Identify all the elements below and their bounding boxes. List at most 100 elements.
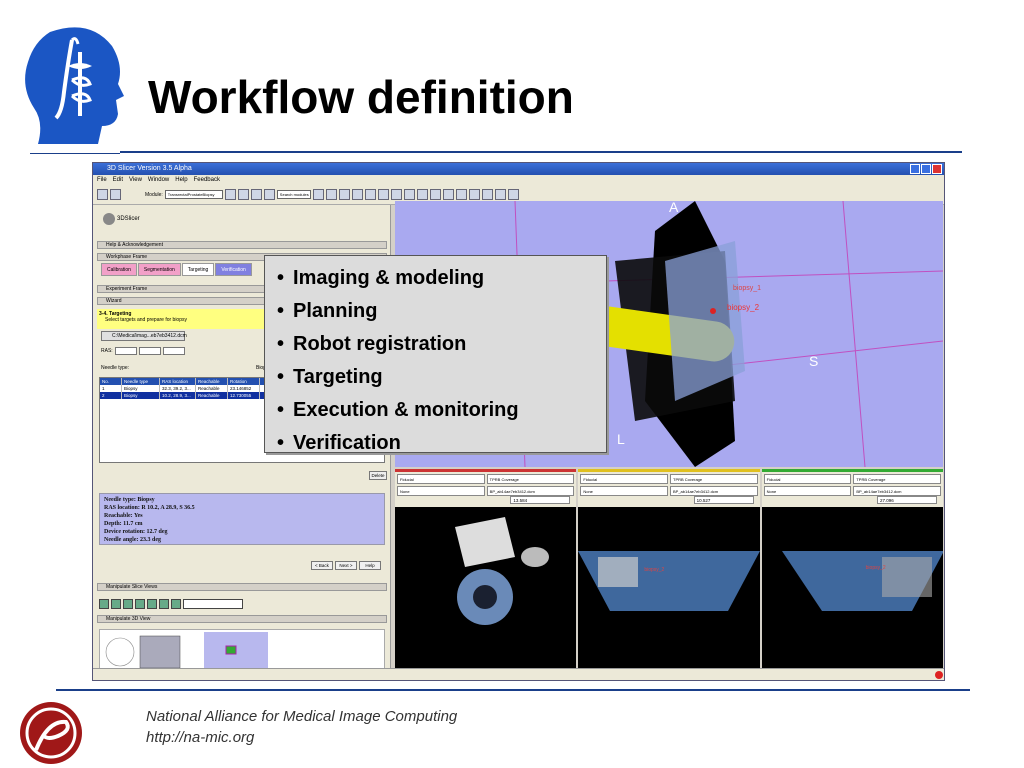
view-icon[interactable] <box>442 189 454 200</box>
footer-url[interactable]: http://na-mic.org <box>146 727 457 748</box>
cell: Biopsy <box>122 385 160 392</box>
menu-feedback[interactable]: Feedback <box>194 175 220 185</box>
bullet-item: Planning <box>277 295 606 328</box>
needle-type-label: Needle type: <box>101 365 130 371</box>
load-icon[interactable] <box>97 189 108 200</box>
help-button[interactable]: Help <box>359 561 381 570</box>
section-help[interactable]: Help & Acknowledgement <box>97 241 387 249</box>
back-icon[interactable] <box>224 189 236 200</box>
view-icon[interactable] <box>455 189 467 200</box>
label-select[interactable]: None <box>397 486 485 496</box>
fg-select[interactable]: Fiducial <box>580 474 668 484</box>
label-select[interactable]: None <box>580 486 668 496</box>
target-label: biopsy_2 <box>865 565 886 571</box>
layout-icon[interactable] <box>338 189 350 200</box>
slicer-logo: 3DSlicer <box>101 209 161 229</box>
info-line: Device rotation: 12.7 deg <box>104 529 168 535</box>
mouse-mode-icon[interactable] <box>507 189 519 200</box>
slice-offset-field[interactable]: 13.584 <box>510 496 571 504</box>
bg-select[interactable]: TPRB Coverage <box>670 474 758 484</box>
target-label: biopsy_2 <box>727 303 760 312</box>
layout-icon[interactable] <box>364 189 376 200</box>
slice-tool-icon[interactable] <box>111 599 121 609</box>
ras-a-field[interactable] <box>138 347 161 355</box>
slice-views: Fiducial TPRB Coverage None BP_ab14ae7eb34… <box>395 469 943 669</box>
target-label: biopsy_1 <box>733 285 762 292</box>
slice-tool-icon[interactable] <box>147 599 157 609</box>
slice-offset-field[interactable]: 27.096 <box>876 496 937 504</box>
slice-image <box>455 517 549 625</box>
cell: 23.146852 <box>228 385 260 392</box>
menu-view[interactable]: View <box>129 175 142 185</box>
layout-icon[interactable] <box>403 189 415 200</box>
section-3d-view[interactable]: Manipulate 3D View <box>97 615 387 623</box>
slice-tool-icon[interactable] <box>123 599 133 609</box>
info-line: Depth: 11.7 cm <box>104 521 143 527</box>
view-icon[interactable] <box>429 189 441 200</box>
back-button[interactable]: < Back <box>311 561 333 570</box>
col-ras[interactable]: RAS location <box>160 378 196 385</box>
menu-window[interactable]: Window <box>148 175 169 185</box>
col-rotation[interactable]: Rotation <box>228 378 260 385</box>
slice-tool-icon[interactable] <box>99 599 109 609</box>
mouse-mode-icon[interactable] <box>494 189 506 200</box>
slice-offset-field[interactable]: 10.527 <box>693 496 754 504</box>
ras-s-field[interactable] <box>162 347 185 355</box>
close-icon[interactable] <box>932 164 942 174</box>
mouse-mode-icon[interactable] <box>481 189 493 200</box>
menu-edit[interactable]: Edit <box>113 175 123 185</box>
maximize-icon[interactable] <box>921 164 931 174</box>
bg-select[interactable]: TPRB Coverage <box>486 474 575 484</box>
volume-file-button[interactable]: C:\Medical\mag...eb7eb3412.dcm <box>101 331 187 341</box>
slice-tool-icon[interactable] <box>135 599 145 609</box>
slice-tool-icon[interactable] <box>171 599 181 609</box>
volume-select[interactable]: BP_ab14ae7eb3412.dcm <box>670 486 758 496</box>
slice-tool-icon[interactable] <box>159 599 169 609</box>
slice-view-red[interactable]: Fiducial TPRB Coverage None BP_ab14ae7eb34… <box>395 469 577 669</box>
view-icon[interactable] <box>468 189 480 200</box>
tab-calibration[interactable]: Calibration <box>101 263 137 276</box>
col-no[interactable]: No. <box>100 378 122 385</box>
slice-image <box>781 551 943 611</box>
layout-icon[interactable] <box>390 189 402 200</box>
layout-icon[interactable] <box>351 189 363 200</box>
menubar: File Edit View Window Help Feedback <box>93 175 944 185</box>
label-select[interactable]: None <box>763 486 852 496</box>
forward-icon[interactable] <box>237 189 249 200</box>
ras-r-field[interactable] <box>114 347 137 355</box>
save-icon[interactable] <box>110 189 121 200</box>
workflow-bullets: Imaging & modeling Planning Robot regist… <box>264 255 607 454</box>
slice-fade-slider[interactable] <box>183 599 243 609</box>
volume-select[interactable]: BP_ab14ae7eb3412.dcm <box>486 486 575 496</box>
col-reachable[interactable]: Reachable <box>196 378 228 385</box>
slice-view-green[interactable]: Fiducial TPRB Coverage None BP_ab14ae7eb34… <box>761 469 943 669</box>
view-icon[interactable] <box>416 189 428 200</box>
slice-view-yellow[interactable]: Fiducial TPRB Coverage None BP_ab14ae7eb34… <box>578 469 760 669</box>
layout-icon[interactable] <box>377 189 389 200</box>
error-log-icon[interactable] <box>935 671 943 679</box>
fg-select[interactable]: Fiducial <box>397 474 485 484</box>
slide: Workflow definition 3D Slicer Version 3.… <box>0 0 1024 768</box>
cell: 1 <box>100 385 122 392</box>
menu-file[interactable]: File <box>97 175 107 185</box>
col-needle-type[interactable]: Needle type <box>122 378 160 385</box>
module-select[interactable]: TransrectalProstateBiopsy <box>164 190 223 199</box>
fg-select[interactable]: Fiducial <box>763 474 852 484</box>
home-icon[interactable] <box>263 189 275 200</box>
tab-verification[interactable]: Verification <box>215 263 252 276</box>
tab-segmentation[interactable]: Segmentation <box>137 263 181 276</box>
delete-button[interactable]: Delete <box>369 471 387 480</box>
tab-targeting[interactable]: Targeting <box>181 263 215 276</box>
layout-icon[interactable] <box>312 189 324 200</box>
next-button[interactable]: Next > <box>335 561 357 570</box>
volume-select[interactable]: BP_ab14ae7eb3412.dcm <box>853 486 941 496</box>
menu-help[interactable]: Help <box>175 175 187 185</box>
module-list-icon[interactable] <box>250 189 262 200</box>
minimize-icon[interactable] <box>910 164 920 174</box>
search-modules-input[interactable]: Search modules <box>276 190 311 199</box>
layout-icon[interactable] <box>325 189 337 200</box>
bg-select[interactable]: TPRB Coverage <box>853 474 941 484</box>
section-slice-views[interactable]: Manipulate Slice Views <box>97 583 387 591</box>
info-line: Needle angle: 23.3 deg <box>104 537 161 543</box>
window-title: 3D Slicer Version 3.5 Alpha <box>107 165 192 172</box>
